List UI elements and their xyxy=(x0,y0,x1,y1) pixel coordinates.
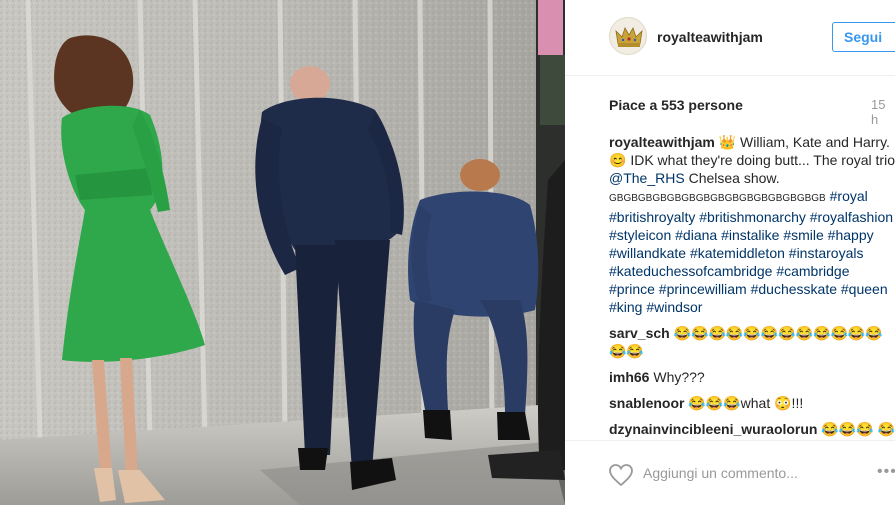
comments-list[interactable]: royalteawithjam 👑 William, Kate and Harr… xyxy=(609,133,895,440)
comment-username[interactable]: dzynainvincibleeni_wuraolorun xyxy=(609,421,817,437)
follow-button[interactable]: Segui xyxy=(832,22,895,52)
post-footer: Aggiungi un commento... ••• xyxy=(565,440,895,505)
crown-icon xyxy=(615,27,643,47)
photo-illustration xyxy=(0,0,565,505)
header-username[interactable]: royalteawithjam xyxy=(657,29,763,45)
caption-username[interactable]: royalteawithjam xyxy=(609,134,715,150)
caption-mention[interactable]: @The_RHS xyxy=(609,170,685,186)
caption-hashtags[interactable]: #royal #britishroyalty #britishmonarchy … xyxy=(609,188,893,315)
post-side-panel: royalteawithjam Segui Piace a 553 person… xyxy=(565,0,895,505)
caption-text-2: Chelsea show. xyxy=(684,170,780,186)
list-item: imh66 Why??? xyxy=(609,368,895,386)
comment-text: 😂😂😂what 😳!!! xyxy=(688,395,804,411)
comment-username[interactable]: imh66 xyxy=(609,369,649,385)
heart-icon[interactable] xyxy=(608,463,634,487)
list-item: sarv_sch 😂😂😂😂😂😂😂😂😂😂😂😂😂😂 xyxy=(609,324,895,360)
post-header: royalteawithjam Segui xyxy=(565,0,895,76)
likes-count[interactable]: Piace a 553 persone xyxy=(609,97,743,113)
caption-gb-run: GBGBGBGBGBGBGBGBGBGBGBGBGBGBGB xyxy=(609,193,826,204)
post-time[interactable]: 15 h xyxy=(871,97,895,127)
comment-username[interactable]: snablenoor xyxy=(609,395,684,411)
caption: royalteawithjam 👑 William, Kate and Harr… xyxy=(609,133,895,316)
more-options-icon[interactable]: ••• xyxy=(877,463,895,481)
list-item: snablenoor 😂😂😂what 😳!!! xyxy=(609,394,895,412)
comment-input[interactable]: Aggiungi un commento... xyxy=(643,465,798,481)
list-item: dzynainvincibleeni_wuraolorun 😂😂😂 😂 what… xyxy=(609,420,895,440)
comment-username[interactable]: sarv_sch xyxy=(609,325,670,341)
crown-avatar-icon[interactable] xyxy=(609,17,647,55)
comment-text: Why??? xyxy=(653,369,705,385)
post-photo[interactable] xyxy=(0,0,565,505)
